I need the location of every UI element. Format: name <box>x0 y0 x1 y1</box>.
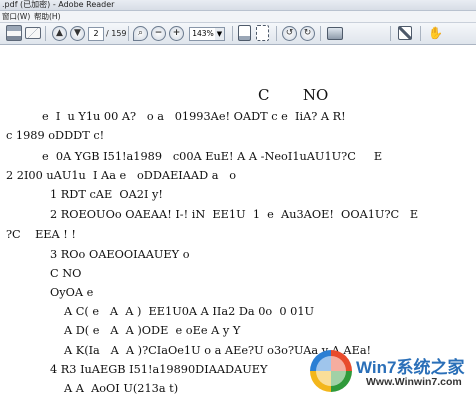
toolbar-separator <box>320 26 321 41</box>
toolbar-separator <box>420 26 421 41</box>
windows-logo-icon <box>310 350 352 392</box>
rotate-clockwise-button[interactable]: ↻ <box>300 25 315 41</box>
select-zoom-button[interactable]: ⌕ <box>133 25 148 41</box>
watermark-url: Www.Winwin7.com <box>366 376 462 388</box>
document-line: 2 2I00 uAU1u I Aa e oDDAEIAAD a o <box>6 169 237 182</box>
watermark-title: Win7系统之家 <box>356 358 465 377</box>
single-page-icon <box>238 25 251 41</box>
document-line: 2 ROEOUOo OAEAA! I-! iN EE1U 1 e Au3AOE!… <box>50 208 419 221</box>
toolbar-separator <box>276 26 277 41</box>
menu-bar: 窗口(W) 帮助(H) <box>0 11 476 23</box>
zoom-dropdown-icon[interactable]: ▼ <box>215 27 225 41</box>
watermark: Win7系统之家 Www.Winwin7.com <box>302 347 472 397</box>
snapshot-button[interactable] <box>327 26 343 40</box>
zoom-in-icon: + <box>169 25 184 41</box>
toolbar-separator <box>232 26 233 41</box>
zoom-in-button[interactable]: + <box>169 25 184 41</box>
fullscreen-button[interactable] <box>398 26 412 40</box>
page-number-input[interactable]: 2 <box>88 27 104 41</box>
zoom-out-button[interactable]: − <box>151 25 166 41</box>
print-button[interactable] <box>6 25 22 41</box>
print-icon <box>6 25 22 41</box>
document-line: A A AoOI U(213a t) <box>64 382 179 395</box>
page-down-icon: ▼ <box>70 25 85 41</box>
document-line: C NO <box>50 267 82 280</box>
fullscreen-icon <box>398 26 412 40</box>
window-title-bar: .pdf (已加密) - Adobe Reader <box>0 0 476 11</box>
document-line: c 1989 oDDDT c! <box>6 129 105 142</box>
document-line: OyOA e <box>50 286 94 299</box>
toolbar-separator <box>128 26 129 41</box>
next-page-button[interactable]: ▼ <box>70 25 85 41</box>
menu-item-window[interactable]: 窗口(W) <box>2 11 30 22</box>
fit-page-button[interactable] <box>256 25 269 41</box>
page-count: / 159 <box>106 29 127 38</box>
menu-item-help[interactable]: 帮助(H) <box>34 11 61 22</box>
document-line: 1 RDT cAE OA2I y! <box>50 188 163 201</box>
toolbar-separator <box>390 26 391 41</box>
window-title: .pdf (已加密) - Adobe Reader <box>2 0 115 9</box>
document-line: e I u Y1u 00 A? o a 01993Ae! OADT c e Ii… <box>42 110 346 123</box>
rotate-ccw-icon: ↺ <box>282 25 297 41</box>
select-zoom-icon: ⌕ <box>133 25 148 41</box>
fit-page-icon <box>256 25 269 41</box>
single-page-button[interactable] <box>238 25 251 41</box>
email-button[interactable] <box>25 26 41 40</box>
snapshot-icon <box>327 26 343 40</box>
zoom-out-icon: − <box>151 25 166 41</box>
document-line: 3 ROo OAEOOIAAUEY o <box>50 248 190 261</box>
zoom-level-input[interactable]: 143% <box>189 27 217 41</box>
page-up-icon: ▲ <box>52 25 67 41</box>
rotate-counterclockwise-button[interactable]: ↺ <box>282 25 297 41</box>
hand-icon: ✋ <box>428 26 443 40</box>
document-line: A D( e A A )ODE e oEe A y Y <box>64 324 241 337</box>
rotate-cw-icon: ↻ <box>300 25 315 41</box>
document-heading: C NO <box>258 86 329 104</box>
document-line: e 0A YGB I51!a1989 c00A EuE! A A -NeoI1u… <box>42 150 383 163</box>
toolbar: ▲ ▼ 2 / 159 ⌕ − + 143% ▼ ↺ ↻ ✋ <box>0 23 476 45</box>
hand-tool-button[interactable]: ✋ <box>428 26 443 40</box>
document-line: ?C EEA ! ! <box>6 228 76 241</box>
toolbar-separator <box>45 26 46 41</box>
document-line: 4 R3 IuAEGB I51!a19890DIAADAUEY <box>50 363 268 376</box>
previous-page-button[interactable]: ▲ <box>52 25 67 41</box>
email-icon <box>25 27 41 39</box>
document-line: A C( e A A ) EE1U0A A IIa2 Da 0o 0 01U <box>64 305 315 318</box>
